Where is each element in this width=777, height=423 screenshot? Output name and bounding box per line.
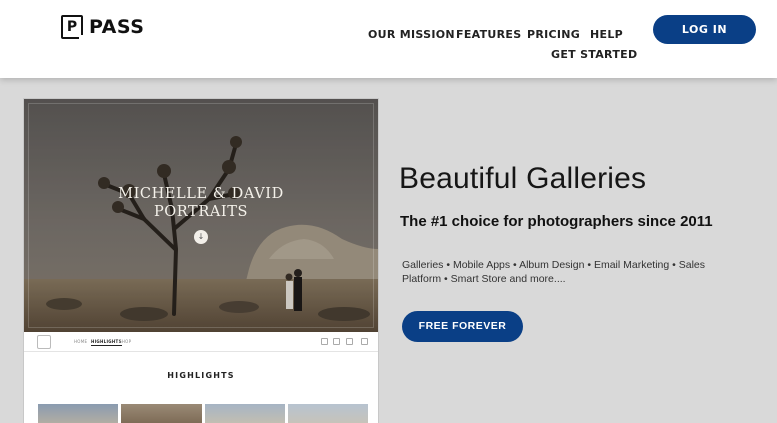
gallery-hero-image: MICHELLE & DAVID PORTRAITS ↓ bbox=[24, 99, 378, 332]
gallery-preview: MICHELLE & DAVID PORTRAITS ↓ HOME HIGHLI… bbox=[24, 99, 378, 423]
nav-help[interactable]: HELP bbox=[590, 28, 623, 41]
gallery-thumbnails bbox=[38, 404, 368, 423]
gallery-thumbnail[interactable] bbox=[38, 404, 119, 423]
gallery-mini-logo bbox=[37, 335, 51, 349]
gallery-title-line1: MICHELLE & DAVID bbox=[118, 186, 284, 202]
mini-nav-highlights[interactable]: HIGHLIGHTS bbox=[91, 339, 122, 346]
mini-nav-home[interactable]: HOME bbox=[74, 339, 87, 344]
gallery-title-line2: PORTRAITS bbox=[153, 204, 249, 220]
download-icon[interactable] bbox=[321, 338, 328, 345]
cart-icon[interactable] bbox=[346, 338, 353, 345]
gallery-thumbnail[interactable] bbox=[121, 404, 202, 423]
menu-icon[interactable] bbox=[361, 338, 368, 345]
feature-list: Galleries • Mobile Apps • Album Design •… bbox=[402, 259, 705, 285]
logo-text: PASS bbox=[89, 16, 145, 38]
site-header: P PASS OUR MISSION FEATURES PRICING HELP… bbox=[0, 0, 777, 78]
login-button[interactable]: LOG IN bbox=[653, 15, 756, 44]
gallery-section-title: HIGHLIGHTS bbox=[167, 371, 235, 380]
pass-logo[interactable]: P PASS bbox=[61, 15, 145, 41]
share-icon[interactable] bbox=[333, 338, 340, 345]
free-forever-button[interactable]: FREE FOREVER bbox=[402, 311, 523, 342]
nav-get-started[interactable]: GET STARTED bbox=[551, 48, 637, 61]
scroll-down-icon[interactable]: ↓ bbox=[194, 230, 208, 244]
logo-mark: P bbox=[61, 15, 85, 41]
page-subheadline: The #1 choice for photographers since 20… bbox=[400, 213, 713, 230]
page-headline: Beautiful Galleries bbox=[399, 162, 647, 195]
gallery-thumbnail[interactable] bbox=[204, 404, 285, 423]
nav-pricing[interactable]: PRICING bbox=[527, 28, 580, 41]
gallery-mini-nav: HOME HIGHLIGHTS SHOP bbox=[24, 332, 378, 352]
nav-our-mission[interactable]: OUR MISSION bbox=[368, 28, 455, 41]
nav-features[interactable]: FEATURES bbox=[456, 28, 521, 41]
gallery-thumbnail[interactable] bbox=[287, 404, 368, 423]
mini-nav-shop[interactable]: SHOP bbox=[119, 339, 131, 344]
